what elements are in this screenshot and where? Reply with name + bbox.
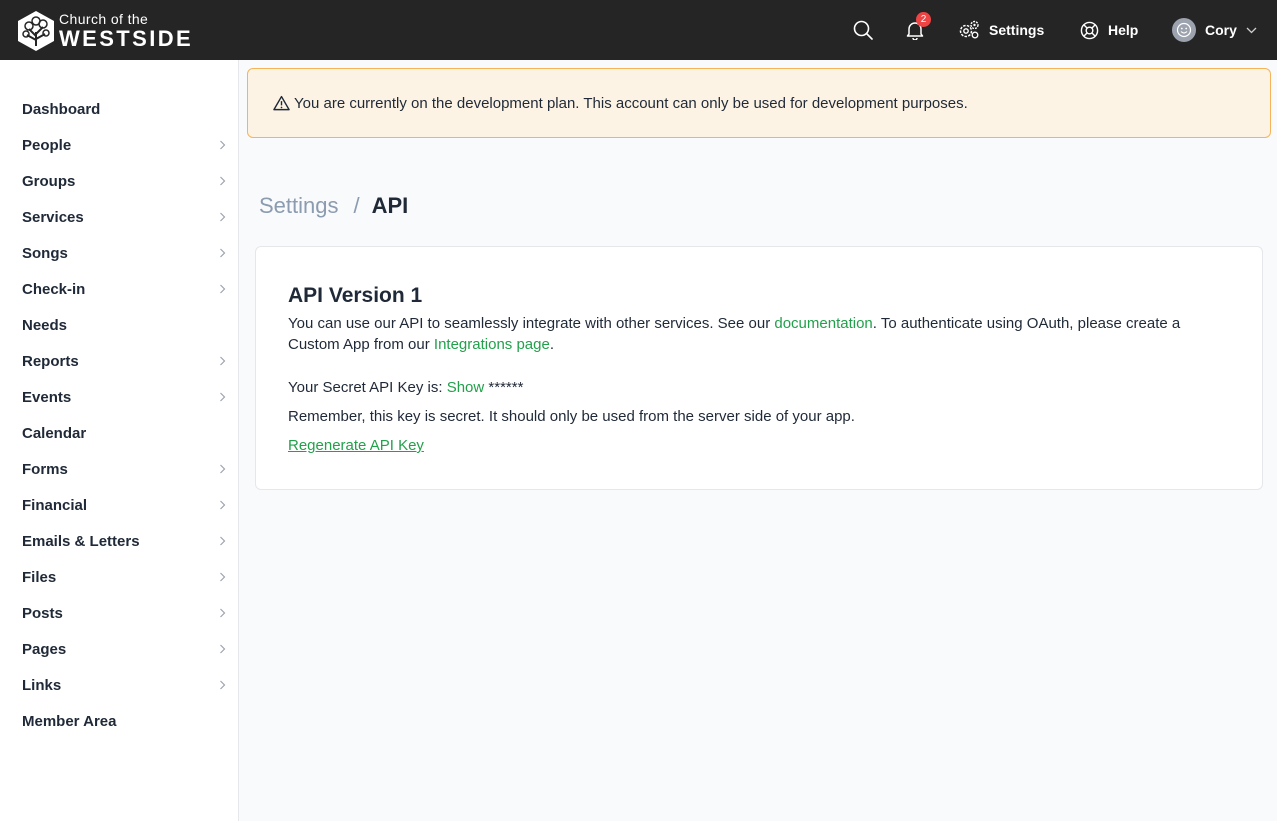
chevron-right-icon	[220, 284, 226, 294]
sidebar-item-dashboard[interactable]: Dashboard	[0, 91, 238, 127]
user-name: Cory	[1205, 22, 1237, 38]
warning-triangle-icon	[273, 95, 290, 111]
sidebar-item-member-area[interactable]: Member Area	[0, 703, 238, 739]
show-key-link[interactable]: Show	[447, 379, 485, 396]
lifebuoy-icon	[1080, 21, 1099, 39]
search-icon	[853, 20, 873, 40]
chevron-right-icon	[220, 140, 226, 150]
sidebar-item-people[interactable]: People	[0, 127, 238, 163]
sidebar-item-needs[interactable]: Needs	[0, 307, 238, 343]
sidebar-item-label: Member Area	[22, 712, 117, 730]
help-nav-label: Help	[1108, 22, 1139, 38]
sidebar-item-label: Files	[22, 568, 57, 586]
sidebar-item-pages[interactable]: Pages	[0, 631, 238, 667]
tree-logo-icon	[18, 11, 54, 51]
sidebar-nav: Dashboard People Groups Services Songs Check-…	[0, 60, 239, 821]
secret-key-line: Your Secret API Key is: Show ******	[288, 379, 523, 396]
sidebar-item-services[interactable]: Services	[0, 199, 238, 235]
sidebar-item-posts[interactable]: Posts	[0, 595, 238, 631]
sidebar-item-label: Needs	[22, 316, 68, 334]
search-button[interactable]	[853, 0, 875, 60]
sidebar-item-label: Calendar	[22, 424, 87, 442]
breadcrumb: Settings / API	[259, 193, 408, 219]
chevron-right-icon	[220, 248, 226, 258]
api-desc-text-1: You can use our API to seamlessly integr…	[288, 315, 775, 332]
chevron-down-icon	[1246, 27, 1257, 33]
chevron-right-icon	[220, 644, 226, 654]
secret-key-label: Your Secret API Key is:	[288, 379, 447, 396]
notification-count-badge: 2	[916, 12, 931, 27]
sidebar-item-label: Reports	[22, 352, 79, 370]
sidebar-item-label: Emails & Letters	[22, 532, 140, 550]
page-title: API	[371, 193, 409, 218]
sidebar-item-label: Posts	[22, 604, 63, 622]
api-version-title: API Version 1	[288, 284, 423, 307]
sidebar-item-links[interactable]: Links	[0, 667, 238, 703]
sidebar-item-label: Dashboard	[22, 100, 101, 118]
chevron-right-icon	[220, 176, 226, 186]
settings-nav-button[interactable]: Settings	[958, 0, 1044, 60]
sidebar-item-label: People	[22, 136, 72, 154]
api-settings-card: API Version 1 You can use our API to sea…	[255, 246, 1263, 490]
breadcrumb-settings-link[interactable]: Settings	[259, 193, 339, 219]
api-desc-text-3: .	[549, 336, 554, 353]
sidebar-item-label: Financial	[22, 496, 88, 514]
notifications-button[interactable]: 2	[905, 0, 931, 60]
integrations-page-link[interactable]: Integrations page	[434, 336, 550, 353]
sidebar-item-events[interactable]: Events	[0, 379, 238, 415]
chevron-right-icon	[220, 500, 226, 510]
sidebar-item-check-in[interactable]: Check-in	[0, 271, 238, 307]
sidebar-item-label: Links	[22, 676, 62, 694]
sidebar-item-label: Check-in	[22, 280, 86, 298]
masked-key-value: ******	[484, 379, 524, 396]
sidebar-item-calendar[interactable]: Calendar	[0, 415, 238, 451]
breadcrumb-separator: /	[353, 193, 360, 218]
help-nav-button[interactable]: Help	[1080, 0, 1138, 60]
sidebar-item-songs[interactable]: Songs	[0, 235, 238, 271]
regenerate-api-key-link[interactable]: Regenerate API Key	[288, 437, 424, 454]
chevron-right-icon	[220, 356, 226, 366]
sidebar-item-label: Groups	[22, 172, 76, 190]
sidebar-item-financial[interactable]: Financial	[0, 487, 238, 523]
alert-message: You are currently on the development pla…	[294, 94, 968, 112]
sidebar-item-reports[interactable]: Reports	[0, 343, 238, 379]
top-navbar: Church of the WESTSIDE 2 Settings Help C…	[0, 0, 1277, 60]
chevron-right-icon	[220, 392, 226, 402]
user-menu-button[interactable]: Cory	[1172, 0, 1257, 60]
sidebar-item-label: Songs	[22, 244, 68, 262]
brand-line-1: Church of the	[59, 11, 149, 27]
chevron-right-icon	[220, 464, 226, 474]
gears-icon	[959, 20, 979, 39]
chevron-right-icon	[220, 212, 226, 222]
church-logo[interactable]: Church of the WESTSIDE	[16, 10, 193, 52]
documentation-link[interactable]: documentation	[774, 315, 872, 332]
sidebar-item-groups[interactable]: Groups	[0, 163, 238, 199]
avatar-icon	[1172, 18, 1196, 42]
sidebar-item-label: Forms	[22, 460, 68, 478]
sidebar-item-files[interactable]: Files	[0, 559, 238, 595]
chevron-right-icon	[220, 572, 226, 582]
brand-line-2: WESTSIDE	[59, 26, 194, 51]
settings-nav-label: Settings	[989, 22, 1045, 38]
api-description: You can use our API to seamlessly integr…	[288, 313, 1228, 355]
sidebar-item-emails-and-letters[interactable]: Emails & Letters	[0, 523, 238, 559]
chevron-right-icon	[220, 680, 226, 690]
secret-key-note: Remember, this key is secret. It should …	[288, 408, 855, 425]
sidebar-item-label: Services	[22, 208, 84, 226]
chevron-right-icon	[220, 536, 226, 546]
sidebar-item-label: Events	[22, 388, 72, 406]
sidebar-item-label: Pages	[22, 640, 67, 658]
sidebar-item-forms[interactable]: Forms	[0, 451, 238, 487]
development-plan-alert: You are currently on the development pla…	[247, 68, 1271, 138]
chevron-right-icon	[220, 608, 226, 618]
